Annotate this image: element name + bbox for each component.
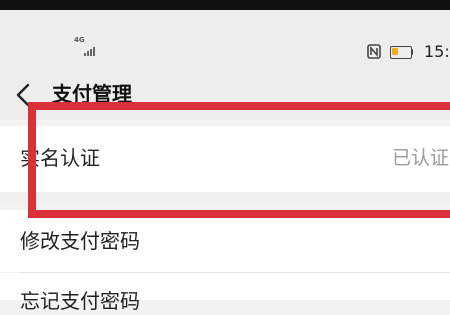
settings-item-real-name[interactable]: 实名认证 已认证: [0, 126, 450, 192]
chevron-left-icon[interactable]: [14, 82, 32, 108]
clock: 15:7: [424, 42, 450, 61]
nfc-icon: [367, 44, 381, 59]
settings-item-forgot-password[interactable]: 忘记支付密码: [0, 273, 450, 313]
top-edge: [0, 0, 450, 10]
settings-item-label: 忘记支付密码: [20, 289, 140, 313]
signal-icon: 4G: [74, 36, 102, 58]
settings-item-label: 修改支付密码: [20, 229, 140, 253]
settings-item-label: 实名认证: [20, 146, 100, 170]
verification-status: 已认证: [392, 147, 450, 169]
section-gap: [0, 192, 450, 202]
page-title: 支付管理: [52, 82, 132, 106]
battery-fill: [392, 48, 398, 55]
signal-bars: [84, 47, 95, 56]
battery-icon: [390, 46, 414, 59]
network-type: 4G: [74, 36, 85, 44]
status-bar: 4G 15:7: [0, 10, 450, 70]
settings-item-change-password[interactable]: 修改支付密码: [0, 210, 450, 272]
header-bar: 支付管理: [0, 70, 450, 120]
